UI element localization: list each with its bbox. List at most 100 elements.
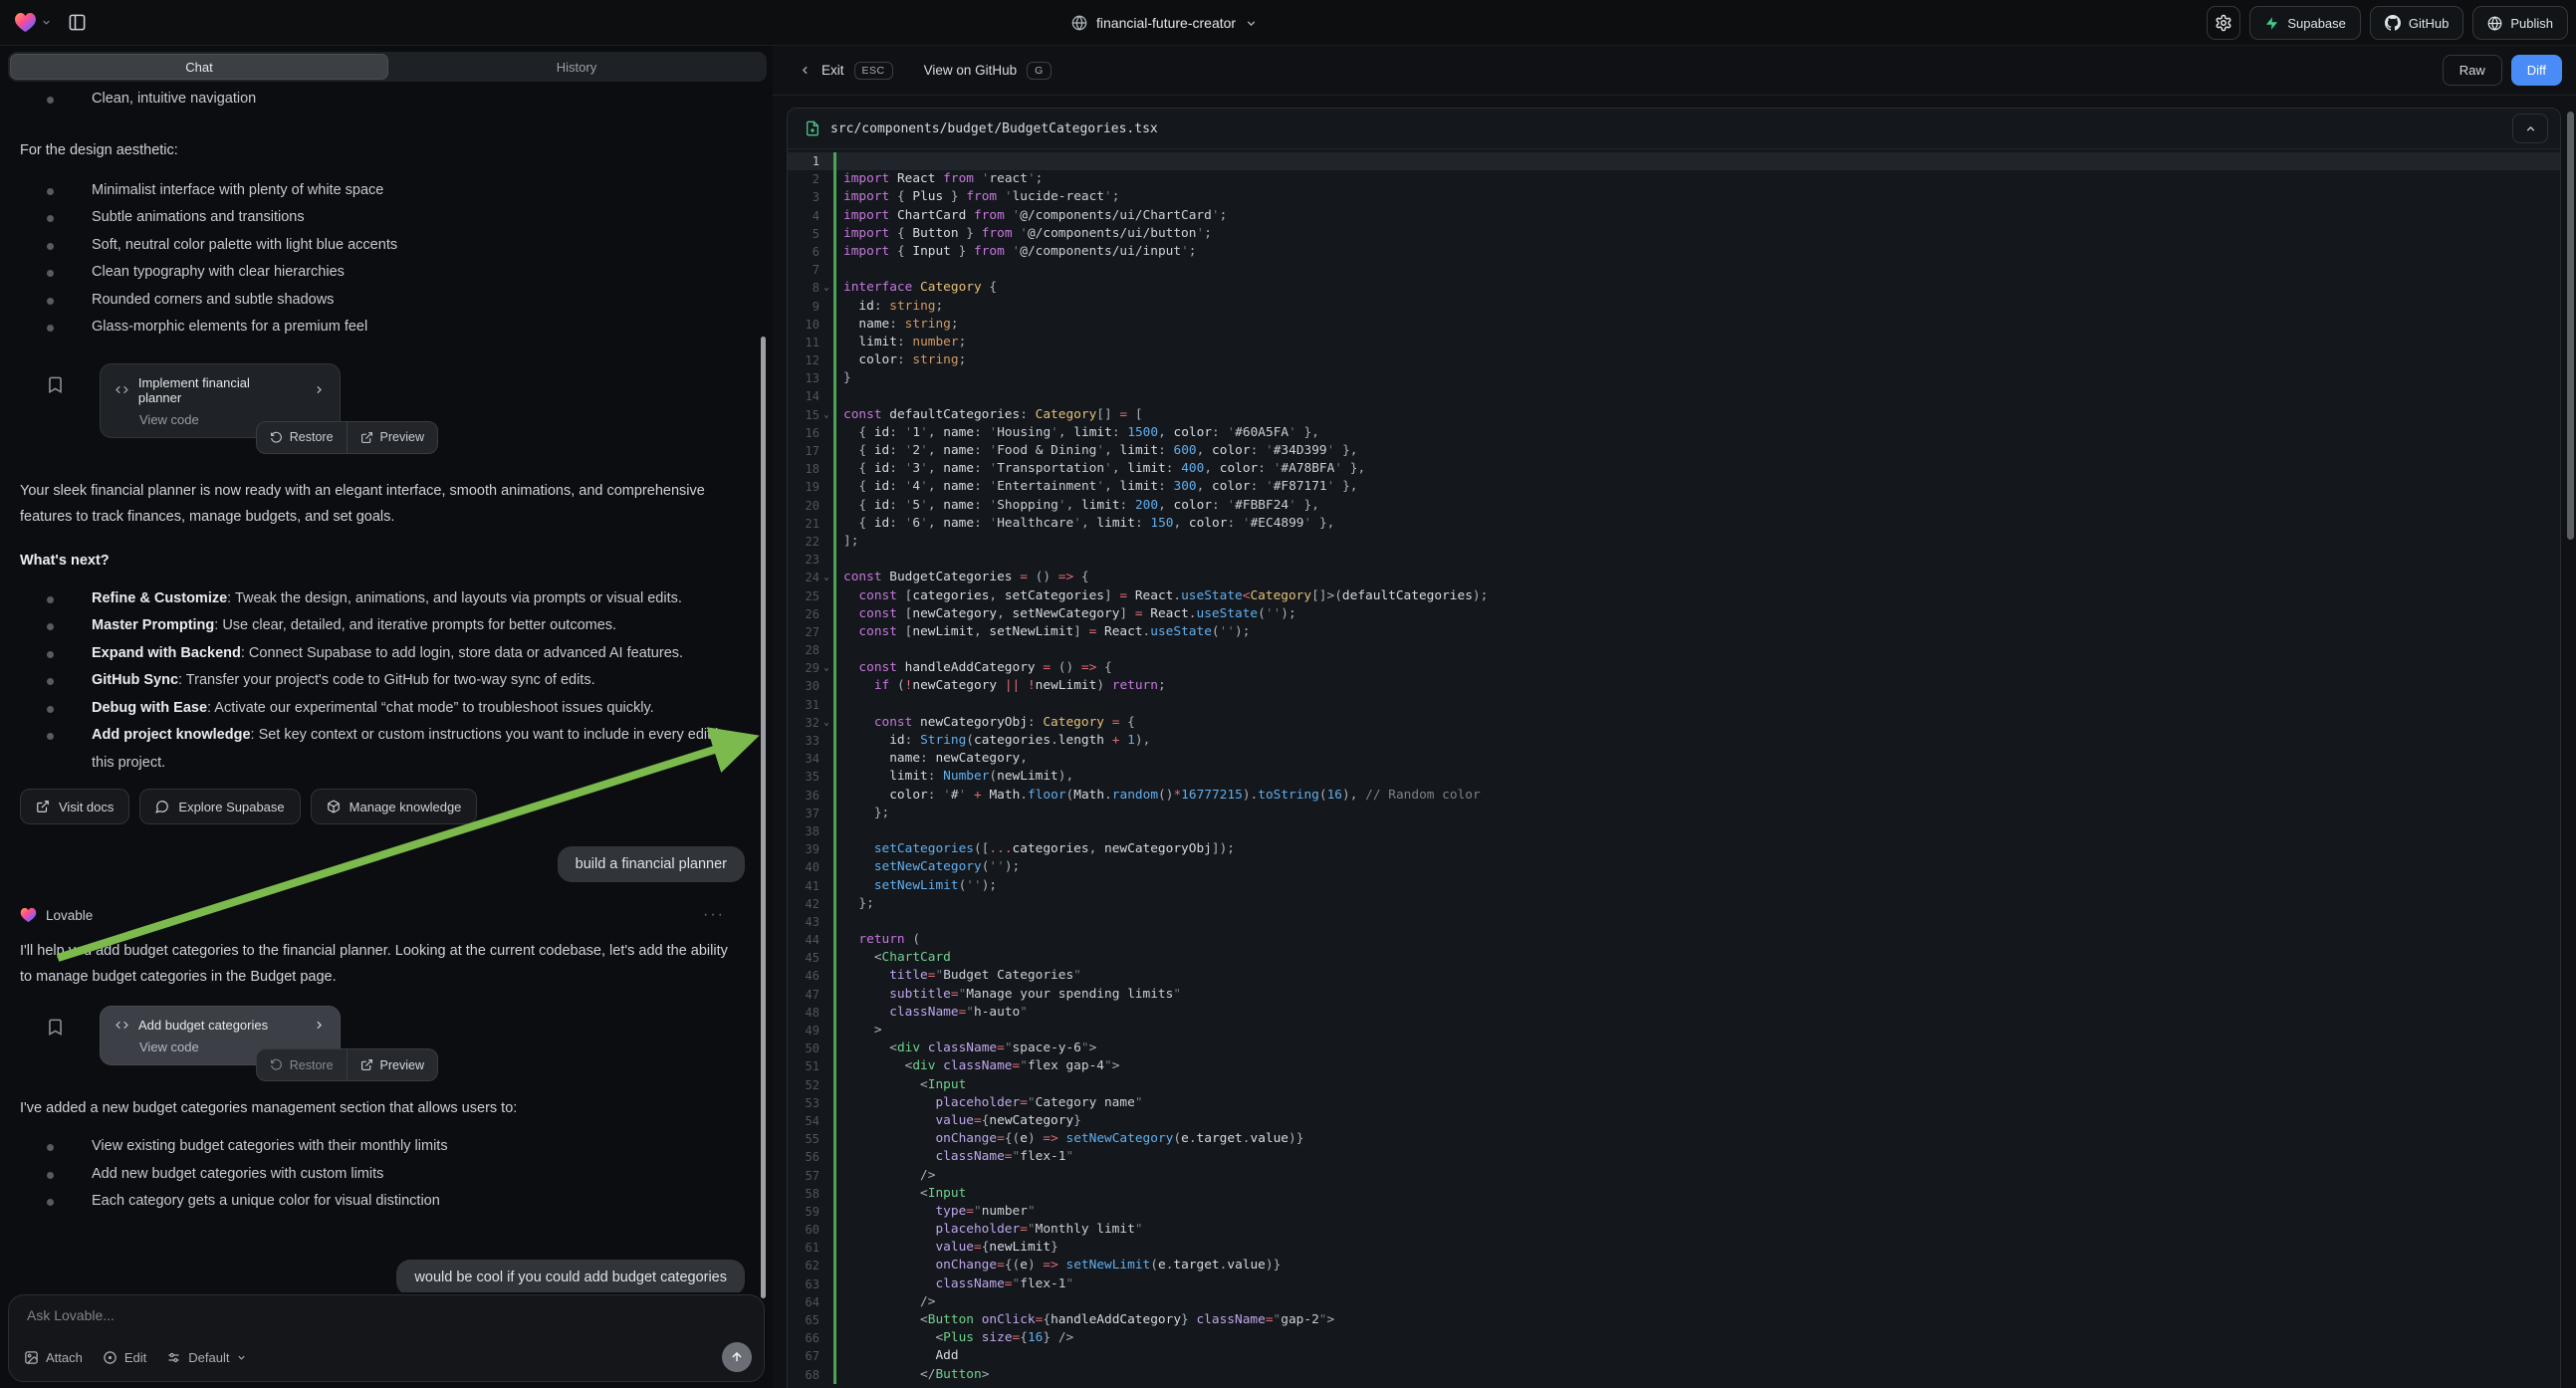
version-title: Implement financial planner [138,375,295,405]
line-number: 58 [788,1185,820,1203]
code-line: 8⌄interface Category { [788,279,2560,297]
diff-added-indicator [833,659,836,677]
next-steps-list: Refine & Customize: Tweak the design, an… [0,585,761,778]
line-number: 21 [788,515,820,533]
bookmark-icon[interactable] [46,1018,65,1037]
preview-button[interactable]: Preview [348,1049,437,1080]
restore-icon [270,431,283,444]
diff-added-indicator [833,1275,836,1293]
diff-added-indicator [833,424,836,442]
code-line: 10 name: string; [788,316,2560,334]
exit-button[interactable]: Exit ESC [799,62,893,80]
publish-button[interactable]: Publish [2472,6,2568,40]
view-on-github-button[interactable]: View on GitHub G [924,62,1052,80]
code-line: 54 value={newCategory} [788,1112,2560,1130]
code-line: 25 const [categories, setCategories] = R… [788,587,2560,605]
code-line: 58 <Input [788,1185,2560,1203]
chat-message-list[interactable]: Clean, intuitive navigation For the desi… [0,84,761,1292]
settings-button[interactable] [2207,6,2240,40]
send-button[interactable] [722,1342,752,1372]
fold-spacer [820,497,833,515]
fold-spacer [820,478,833,496]
fold-spacer [820,1311,833,1329]
line-number: 6 [788,243,820,261]
fold-toggle-icon[interactable]: ⌄ [820,279,833,297]
code-line: 43 [788,913,2560,931]
message-menu-button[interactable]: ··· [703,906,725,924]
restore-button[interactable]: Restore [257,422,347,453]
lovable-logo-heart-icon[interactable] [14,12,52,33]
project-selector[interactable]: financial-future-creator [1071,0,1258,46]
image-icon [24,1350,39,1365]
list-item: Expand with Backend: Connect Supabase to… [0,640,761,668]
diff-added-indicator [833,569,836,586]
raw-toggle-button[interactable]: Raw [2443,55,2502,86]
added-bullet-list: View existing budget categories with the… [0,1133,761,1216]
fold-spacer [820,1040,833,1057]
mode-selector[interactable]: Default [166,1350,247,1365]
manage-knowledge-button[interactable]: Manage knowledge [311,789,478,824]
line-number: 61 [788,1239,820,1257]
code-line: 23 [788,551,2560,569]
code-panel-scrollbar[interactable] [2567,112,2574,540]
fold-spacer [820,1293,833,1311]
supabase-button[interactable]: Supabase [2249,6,2361,40]
package-icon [327,800,341,813]
diff-toggle-button[interactable]: Diff [2511,55,2562,86]
diff-added-indicator [833,967,836,985]
sidebar-toggle-button[interactable] [60,6,94,40]
list-item: GitHub Sync: Transfer your project's cod… [0,667,761,695]
file-header[interactable]: src/components/budget/BudgetCategories.t… [788,109,2560,149]
line-number: 57 [788,1167,820,1185]
code-line: 57 /> [788,1167,2560,1185]
chat-input[interactable] [27,1307,746,1323]
collapse-file-button[interactable] [2512,114,2548,143]
list-item: Clean, intuitive navigation [0,86,761,114]
diff-added-indicator [833,170,836,188]
chevron-right-icon [313,1019,326,1032]
fold-spacer [820,641,833,659]
message-circle-icon [155,800,169,813]
code-line: 46 title="Budget Categories" [788,967,2560,985]
file-path: src/components/budget/BudgetCategories.t… [830,121,1158,136]
line-number: 29 [788,659,820,677]
diff-added-indicator [833,334,836,351]
fold-toggle-icon[interactable]: ⌄ [820,569,833,586]
line-number: 56 [788,1148,820,1166]
diff-added-indicator [833,279,836,297]
chat-scrollbar[interactable] [761,337,766,1298]
fold-toggle-icon[interactable]: ⌄ [820,714,833,732]
diff-added-indicator [833,623,836,641]
fold-spacer [820,170,833,188]
diff-added-indicator [833,1094,836,1112]
tab-chat[interactable]: Chat [10,54,388,80]
edit-button[interactable]: Edit [103,1350,146,1365]
bookmark-icon[interactable] [46,375,65,394]
tab-history[interactable]: History [388,54,765,80]
design-aesthetic-heading: For the design aesthetic: [0,137,757,163]
code-line: 65 <Button onClick={handleAddCategory} c… [788,1311,2560,1329]
line-number: 17 [788,442,820,460]
line-number: 7 [788,261,820,279]
attach-button[interactable]: Attach [24,1350,83,1365]
explore-supabase-button[interactable]: Explore Supabase [139,789,300,824]
diff-added-indicator [833,460,836,478]
fold-spacer [820,1366,833,1384]
list-item: View existing budget categories with the… [0,1133,761,1161]
line-number: 39 [788,840,820,858]
code-line: 55 onChange={(e) => setNewCategory(e.tar… [788,1130,2560,1148]
fold-spacer [820,895,833,913]
fold-toggle-icon[interactable]: ⌄ [820,659,833,677]
fold-spacer [820,298,833,316]
visit-docs-button[interactable]: Visit docs [20,789,129,824]
fold-spacer [820,877,833,895]
github-button[interactable]: GitHub [2370,6,2463,40]
line-number: 47 [788,986,820,1004]
preview-button[interactable]: Preview [348,422,437,453]
diff-added-indicator [833,768,836,786]
code-diff-panel: Exit ESC View on GitHub G Raw Diff src/c… [773,46,2576,1388]
fold-toggle-icon[interactable]: ⌄ [820,406,833,424]
line-number: 22 [788,533,820,551]
restore-button[interactable]: Restore [257,1049,347,1080]
diff-added-indicator [833,1311,836,1329]
